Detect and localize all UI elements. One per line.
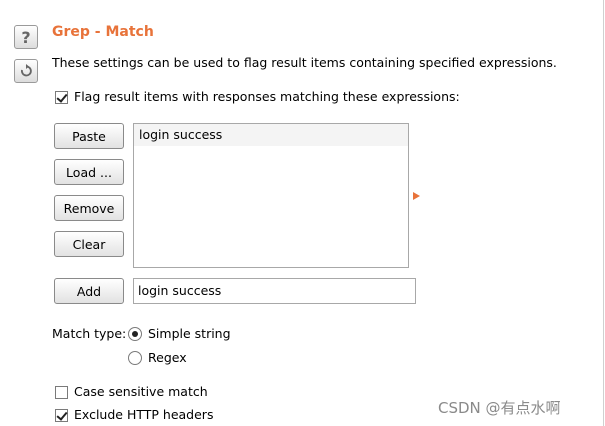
load-button[interactable]: Load ... bbox=[54, 159, 124, 185]
expressions-list[interactable]: login success bbox=[133, 123, 409, 268]
case-sensitive-label: Case sensitive match bbox=[74, 384, 208, 399]
refresh-icon bbox=[21, 64, 32, 77]
flag-result-items-label: Flag result items with responses matchin… bbox=[74, 89, 460, 104]
exclude-http-headers-label: Exclude HTTP headers bbox=[74, 407, 214, 422]
remove-button[interactable]: Remove bbox=[54, 195, 124, 221]
regex-radio[interactable] bbox=[128, 351, 142, 365]
flag-result-items-checkbox[interactable] bbox=[55, 91, 68, 104]
watermark: CSDN @有点水啊 bbox=[438, 399, 561, 417]
paste-button[interactable]: Paste bbox=[54, 123, 124, 149]
clear-button[interactable]: Clear bbox=[54, 231, 124, 257]
help-icon: ? bbox=[21, 27, 31, 47]
expand-arrow-icon[interactable] bbox=[413, 192, 420, 200]
section-description: These settings can be used to flag resul… bbox=[52, 55, 557, 70]
simple-string-radio[interactable] bbox=[128, 327, 142, 341]
case-sensitive-checkbox[interactable] bbox=[55, 386, 68, 399]
expression-input[interactable]: login success bbox=[133, 278, 416, 304]
simple-string-label: Simple string bbox=[148, 326, 231, 341]
help-button[interactable]: ? bbox=[14, 25, 38, 49]
match-type-label: Match type: bbox=[52, 326, 127, 341]
regex-label: Regex bbox=[148, 350, 187, 365]
list-item[interactable]: login success bbox=[134, 124, 408, 146]
section-title: Grep - Match bbox=[52, 24, 154, 40]
restore-defaults-button[interactable] bbox=[14, 59, 38, 83]
exclude-http-headers-checkbox[interactable] bbox=[55, 409, 68, 422]
add-button[interactable]: Add bbox=[54, 278, 124, 304]
